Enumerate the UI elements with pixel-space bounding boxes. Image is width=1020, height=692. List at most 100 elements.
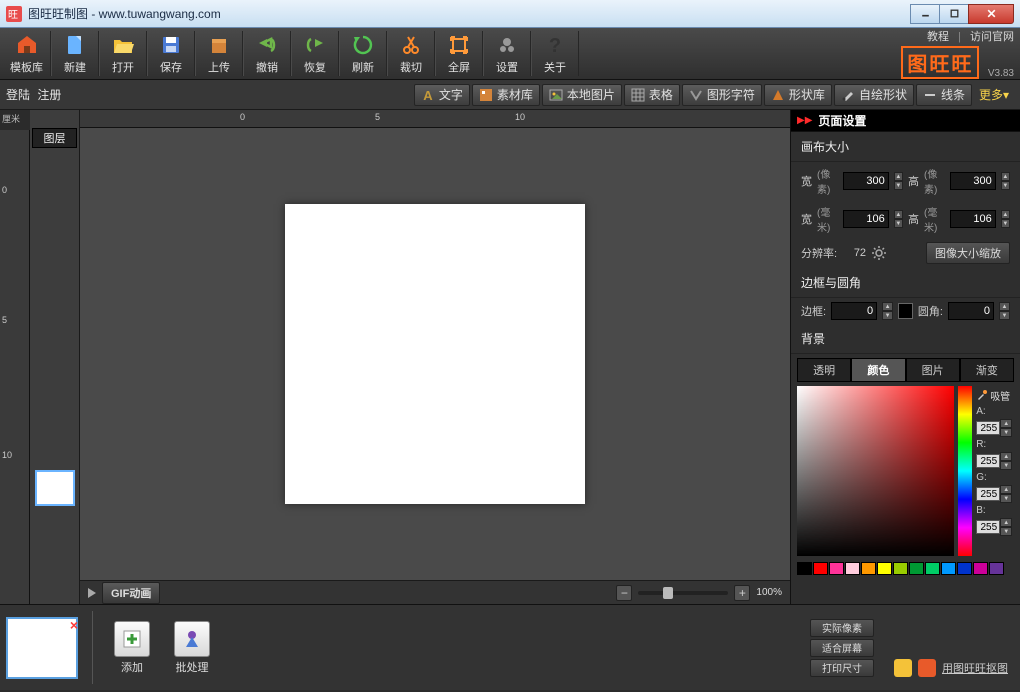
width-px-spinner[interactable]: ▲▼ <box>894 172 903 190</box>
window-title: 图旺旺制图 - www.tuwangwang.com <box>28 5 221 22</box>
tool-shape-lib[interactable]: 形状库 <box>764 84 832 106</box>
bg-tab-transparent[interactable]: 透明 <box>797 358 851 381</box>
tool-freehand[interactable]: 自绘形状 <box>834 84 914 106</box>
view-fit-button[interactable]: 适合屏幕 <box>810 639 874 657</box>
width-mm-input[interactable] <box>843 210 889 228</box>
palette-swatch[interactable] <box>893 562 908 575</box>
border-input[interactable] <box>831 302 877 320</box>
app-logo: 图旺旺 <box>901 46 979 79</box>
toolbar-settings[interactable]: 设置 <box>483 31 531 76</box>
palette-swatch[interactable] <box>957 562 972 575</box>
alpha-input[interactable] <box>976 421 1000 435</box>
zoom-in-button[interactable]: + <box>734 585 750 601</box>
green-input[interactable] <box>976 487 1000 501</box>
border-color-swatch[interactable] <box>898 303 913 319</box>
panel-arrow-icon: ▶▶ <box>797 115 812 126</box>
maximize-button[interactable] <box>939 4 969 24</box>
main-toolbar: 模板库 新建 打开 保存 上传 撤销 恢复 刷新 裁切 全屏 设置 ?关于 教程… <box>0 28 1020 80</box>
blue-input[interactable] <box>976 520 1000 534</box>
delete-page-icon[interactable]: × <box>70 617 78 633</box>
palette-swatch[interactable] <box>909 562 924 575</box>
toolbar-about[interactable]: ?关于 <box>531 31 579 76</box>
width-mm-spinner[interactable]: ▲▼ <box>894 210 903 228</box>
height-px-spinner[interactable]: ▲▼ <box>1001 172 1010 190</box>
red-input[interactable] <box>976 454 1000 468</box>
toolbar-open[interactable]: 打开 <box>99 31 147 76</box>
close-button[interactable] <box>968 4 1014 24</box>
zoom-slider[interactable] <box>638 591 728 595</box>
radius-spinner[interactable]: ▲▼ <box>999 302 1010 320</box>
gif-animation-button[interactable]: GIF动画 <box>102 582 160 604</box>
section-border: 边框与圆角 <box>791 268 1020 298</box>
height-mm-input[interactable] <box>950 210 996 228</box>
bg-tab-image[interactable]: 图片 <box>906 358 960 381</box>
zoom-out-button[interactable]: − <box>616 585 632 601</box>
toolbar-upload[interactable]: 上传 <box>195 31 243 76</box>
login-link[interactable]: 登陆 <box>6 88 30 102</box>
toolbar-crop[interactable]: 裁切 <box>387 31 435 76</box>
layers-panel: 图层 <box>30 110 80 604</box>
bg-tab-color[interactable]: 颜色 <box>851 358 905 381</box>
toolbar-new[interactable]: 新建 <box>51 31 99 76</box>
register-link[interactable]: 注册 <box>37 88 61 102</box>
toolbar-fullscreen[interactable]: 全屏 <box>435 31 483 76</box>
link-tutorial[interactable]: 教程 <box>927 31 949 43</box>
toolbar-redo[interactable]: 恢复 <box>291 31 339 76</box>
palette-swatch[interactable] <box>829 562 844 575</box>
properties-panel: ▶▶页面设置 画布大小 宽(像素) ▲▼ 高(像素) ▲▼ 宽(毫米) ▲▼ 高… <box>790 110 1020 604</box>
height-mm-spinner[interactable]: ▲▼ <box>1001 210 1010 228</box>
tool-symbol[interactable]: 图形字符 <box>682 84 762 106</box>
tool-text[interactable]: A文字 <box>414 84 470 106</box>
view-print-button[interactable]: 打印尺寸 <box>810 659 874 677</box>
toolbar-save[interactable]: 保存 <box>147 31 195 76</box>
width-px-input[interactable] <box>843 172 889 190</box>
color-satval-picker[interactable] <box>797 386 954 556</box>
resize-image-button[interactable]: 图像大小缩放 <box>926 242 1010 264</box>
secondary-toolbar: 登陆 注册 A文字 素材库 本地图片 表格 图形字符 形状库 自绘形状 线条 更… <box>0 80 1020 110</box>
toolbar-undo[interactable]: 撤销 <box>243 31 291 76</box>
layers-tab[interactable]: 图层 <box>32 128 77 148</box>
layer-thumbnail[interactable] <box>35 470 75 506</box>
bg-tab-gradient[interactable]: 渐变 <box>960 358 1014 381</box>
page-thumbnail[interactable]: × <box>6 617 78 679</box>
palette-swatch[interactable] <box>861 562 876 575</box>
svg-text:A: A <box>423 88 433 102</box>
height-px-input[interactable] <box>950 172 996 190</box>
tool-assets[interactable]: 素材库 <box>472 84 540 106</box>
play-icon[interactable] <box>88 588 96 598</box>
svg-text:?: ? <box>549 35 561 57</box>
tool-line[interactable]: 线条 <box>916 84 972 106</box>
palette-swatch[interactable] <box>989 562 1004 575</box>
dpi-value: 72 <box>842 247 866 259</box>
canvas[interactable] <box>285 204 585 504</box>
horizontal-ruler: 0510 <box>80 110 790 128</box>
add-page-button[interactable]: 添加 <box>107 621 157 675</box>
avatar-icon-2[interactable] <box>918 659 936 677</box>
tool-table[interactable]: 表格 <box>624 84 680 106</box>
batch-button[interactable]: 批处理 <box>167 621 217 675</box>
color-hue-slider[interactable] <box>958 386 972 556</box>
canvas-viewport[interactable] <box>80 128 790 580</box>
palette-swatch[interactable] <box>973 562 988 575</box>
palette-swatch[interactable] <box>797 562 812 575</box>
tool-more[interactable]: 更多▾ <box>974 86 1014 103</box>
palette-swatch[interactable] <box>877 562 892 575</box>
palette-swatch[interactable] <box>845 562 860 575</box>
avatar-icon-1[interactable] <box>894 659 912 677</box>
palette-swatch[interactable] <box>941 562 956 575</box>
eyedropper-button[interactable]: 吸管 <box>976 386 1014 404</box>
link-official-site[interactable]: 访问官网 <box>970 31 1014 43</box>
palette-swatch[interactable] <box>813 562 828 575</box>
ruler-unit-label: 厘米 <box>0 110 30 130</box>
view-actual-button[interactable]: 实际像素 <box>810 619 874 637</box>
minimize-button[interactable] <box>910 4 940 24</box>
palette-swatch[interactable] <box>925 562 940 575</box>
section-background: 背景 <box>791 324 1020 354</box>
border-spinner[interactable]: ▲▼ <box>882 302 893 320</box>
toolbar-refresh[interactable]: 刷新 <box>339 31 387 76</box>
dpi-gear-icon[interactable] <box>871 245 887 261</box>
credit-link[interactable]: 用图旺旺抠图 <box>942 660 1008 676</box>
toolbar-templates[interactable]: 模板库 <box>3 31 51 76</box>
tool-local-image[interactable]: 本地图片 <box>542 84 622 106</box>
radius-input[interactable] <box>948 302 994 320</box>
